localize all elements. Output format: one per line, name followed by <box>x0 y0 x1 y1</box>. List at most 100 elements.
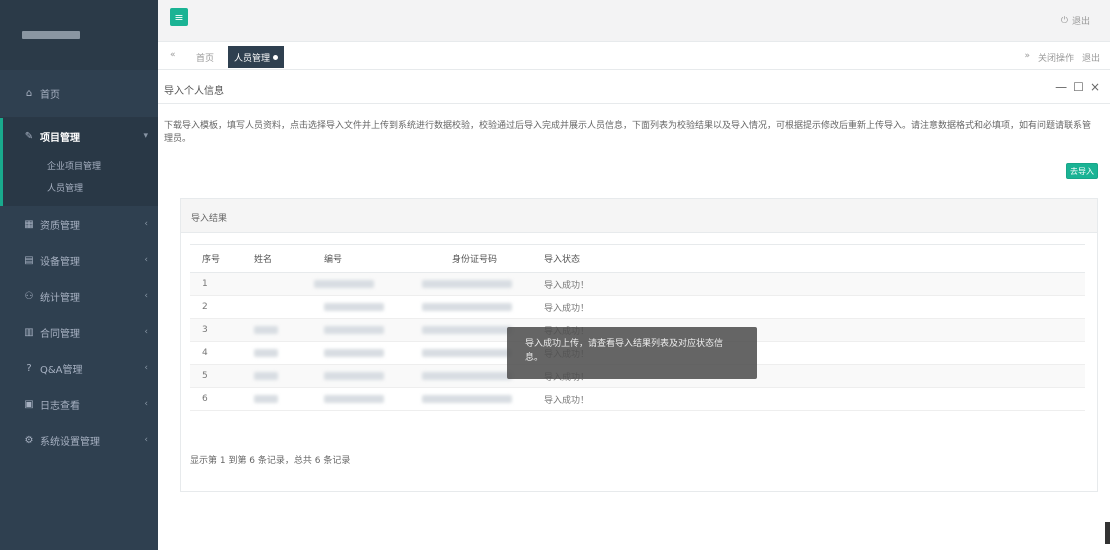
row-code <box>312 341 440 365</box>
sidebar-item-system[interactable]: ⚙ 系统设置管理 ‹ <box>0 422 158 458</box>
edit-icon: ✎ <box>24 130 34 142</box>
chevron-left-icon: ‹ <box>144 363 148 373</box>
sidebar-item-contract[interactable]: ▥ 合同管理 ‹ <box>0 314 158 350</box>
row-status: 导入成功！ <box>532 272 1085 296</box>
chevron-left-icon: ‹ <box>144 327 148 337</box>
grid-icon: ▤ <box>24 254 34 266</box>
chevron-left-icon: ‹ <box>144 399 148 409</box>
tab-home[interactable]: 首页 <box>190 46 220 68</box>
row-status: 导入成功！ <box>532 295 1085 319</box>
row-name <box>242 364 312 388</box>
row-status: 导入成功！ <box>532 387 1085 411</box>
row-name <box>242 387 312 411</box>
tab-logout-link[interactable]: 退出 <box>1082 51 1100 64</box>
tab-personnel[interactable]: 人员管理 <box>228 46 285 68</box>
tab-label: 人员管理 <box>234 53 271 64</box>
sidebar-item-qa[interactable]: ? Q&A管理 ‹ <box>0 350 158 386</box>
panel-header: 导入个人信息 — ☐ × <box>158 70 1110 104</box>
table-icon: ▦ <box>24 218 34 230</box>
sidebar-item-label: 设备管理 <box>40 256 80 268</box>
tab-close-icon[interactable] <box>273 54 279 60</box>
sidebar-item-label: 日志查看 <box>40 400 80 412</box>
row-index: 4 <box>190 341 242 365</box>
chevron-left-icon: ‹ <box>144 291 148 301</box>
sidebar: ⌂ 首页 ✎ 项目管理 ▾ 企业项目管理 人员管理 ▦ 资质管理 ‹ ▤ 设备管… <box>0 0 158 550</box>
column-header: 编号 <box>312 244 440 273</box>
sidebar-item-label: 合同管理 <box>40 328 80 340</box>
sidebar-item-logs[interactable]: ▣ 日志查看 ‹ <box>0 386 158 422</box>
toast-message: 导入成功上传，请查看导入结果列表及对应状态信息。 <box>507 327 757 379</box>
main-content: 导入个人信息 — ☐ × 下载导入模板，填写人员资料，点击选择导入文件并上传到系… <box>158 70 1110 550</box>
chevron-down-icon: ▾ <box>143 131 148 141</box>
column-header: 身份证号码 <box>440 244 532 273</box>
sidebar-item-label: 统计管理 <box>40 292 80 304</box>
scrollbar-handle[interactable] <box>1105 522 1110 544</box>
table-row: 6 导入成功！ <box>190 387 1085 411</box>
row-code <box>312 364 440 388</box>
menu-toggle-button[interactable]: ≡ <box>170 8 188 26</box>
chevron-left-icon: ‹ <box>144 219 148 229</box>
chevron-left-icon: ‹ <box>144 435 148 445</box>
tab-bar-right: » 关闭操作 退出 <box>1024 51 1100 64</box>
question-icon: ? <box>26 362 32 374</box>
row-index: 5 <box>190 364 242 388</box>
topbar: ≡ ⏻ 退出 <box>158 0 1110 42</box>
sidebar-item-label: Q&A管理 <box>40 364 83 376</box>
maximize-icon[interactable]: ☐ <box>1073 80 1084 94</box>
chart-icon: ▥ <box>24 326 34 338</box>
import-instructions: 下载导入模板，填写人员资料，点击选择导入文件并上传到系统进行数据校验，校验通过后… <box>164 121 1092 144</box>
sidebar-item-project[interactable]: ✎ 项目管理 ▾ <box>3 118 158 154</box>
power-icon: ⏻ <box>1060 15 1068 26</box>
minimize-icon[interactable]: — <box>1055 80 1067 94</box>
pagination-info: 显示第 1 到第 6 条记录，总共 6 条记录 <box>190 456 351 466</box>
tab-scroll-right-icon[interactable]: » <box>1024 51 1030 64</box>
sidebar-item-label: 首页 <box>40 90 60 101</box>
results-header: 导入结果 <box>181 199 1097 233</box>
sidebar-item-statistics[interactable]: ⚇ 统计管理 ‹ <box>0 278 158 314</box>
tab-scroll-left-icon[interactable]: « <box>170 50 176 60</box>
tab-label: 首页 <box>196 53 215 64</box>
row-code <box>312 295 440 319</box>
page-title: 导入个人信息 <box>164 86 224 97</box>
tab-bar: « 首页 人员管理 » 关闭操作 退出 <box>158 42 1110 70</box>
panel-tools: — ☐ × <box>1055 80 1100 94</box>
row-index: 6 <box>190 387 242 411</box>
row-index: 2 <box>190 295 242 319</box>
row-name <box>242 318 312 342</box>
row-code <box>312 318 440 342</box>
logout-link[interactable]: 退出 <box>1072 14 1090 27</box>
logo-block <box>22 31 80 39</box>
sidebar-item-label: 系统设置管理 <box>40 436 100 448</box>
sidebar-subitem-enterprise[interactable]: 企业项目管理 <box>3 154 158 176</box>
row-id-number <box>422 387 532 411</box>
close-operations-dropdown[interactable]: 关闭操作 <box>1038 51 1074 64</box>
row-index: 3 <box>190 318 242 342</box>
sidebar-group-project: ✎ 项目管理 ▾ 企业项目管理 人员管理 <box>0 118 158 206</box>
column-header: 导入状态 <box>532 244 1085 273</box>
home-icon: ⌂ <box>25 88 33 99</box>
sidebar-subitem-personnel[interactable]: 人员管理 <box>3 176 158 198</box>
user-icon: ⚇ <box>24 290 34 302</box>
sidebar-item-label: 项目管理 <box>40 132 80 144</box>
column-header: 姓名 <box>242 244 312 273</box>
column-header: 序号 <box>190 244 242 273</box>
sidebar-item-home[interactable]: ⌂ 首页 <box>0 70 158 118</box>
table-row: 1 导入成功！ <box>190 272 1085 296</box>
settings-icon: ⚙ <box>24 434 34 446</box>
close-icon[interactable]: × <box>1090 80 1100 94</box>
logo <box>0 0 158 70</box>
table-row: 2 导入成功！ <box>190 295 1085 319</box>
topbar-right: ⏻ 退出 <box>1060 14 1090 28</box>
sidebar-item-qualification[interactable]: ▦ 资质管理 ‹ <box>0 206 158 242</box>
sidebar-item-equipment[interactable]: ▤ 设备管理 ‹ <box>0 242 158 278</box>
chevron-left-icon: ‹ <box>144 255 148 265</box>
import-button[interactable]: 去导入 <box>1066 163 1098 179</box>
row-name <box>242 341 312 365</box>
row-name <box>242 272 312 296</box>
row-index: 1 <box>190 272 242 296</box>
row-code <box>312 272 440 296</box>
table-header-row: 序号 姓名 编号 身份证号码 导入状态 <box>190 244 1085 273</box>
row-id-number <box>422 272 532 296</box>
row-id-number <box>422 295 532 319</box>
sidebar-item-label: 资质管理 <box>40 220 80 232</box>
